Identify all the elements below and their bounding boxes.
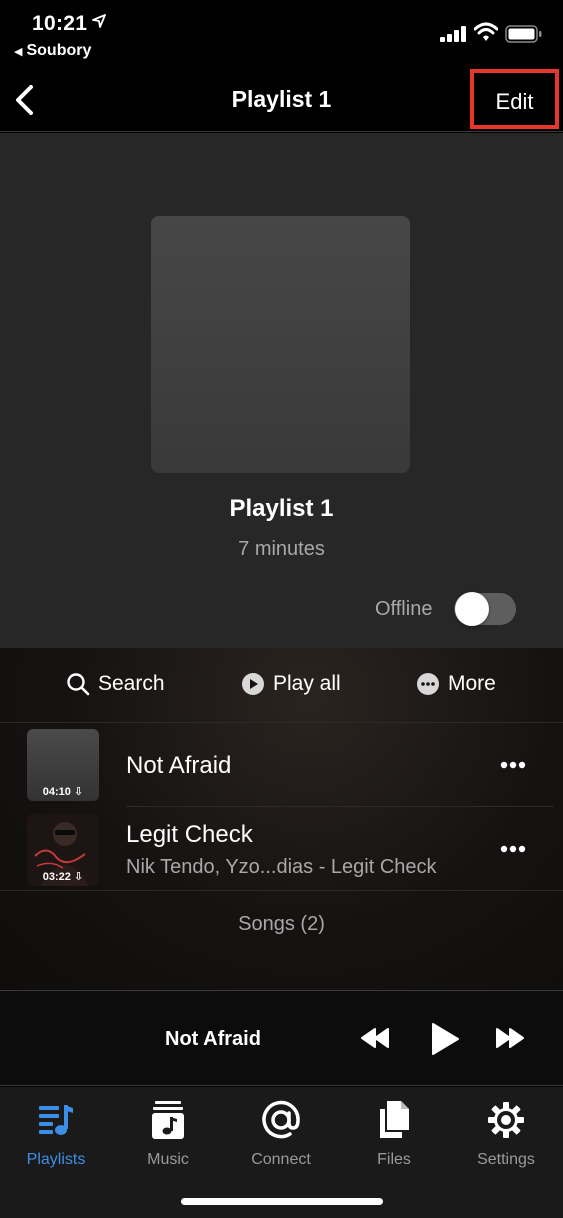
play-all-label: Play all <box>273 672 341 695</box>
tab-settings[interactable]: Settings <box>451 1099 561 1169</box>
offline-toggle-knob <box>455 592 489 626</box>
song-duration: 03:22 ⇩ <box>42 871 84 883</box>
location-arrow-icon <box>92 14 106 28</box>
tab-label: Playlists <box>26 1151 86 1168</box>
list-divider <box>126 806 554 807</box>
gear-icon <box>488 1102 524 1138</box>
back-to-app-link[interactable]: ◀ Soubory <box>14 42 91 60</box>
tab-bar: Playlists Music Connect Files Settings <box>0 1087 563 1218</box>
songs-count: Songs (2) <box>238 913 325 935</box>
tab-music[interactable]: Music <box>113 1099 223 1169</box>
search-label: Search <box>98 672 165 695</box>
back-triangle-icon: ◀ <box>14 46 23 58</box>
playlist-cover-art <box>151 216 410 473</box>
playlist-name: Playlist 1 <box>229 495 334 522</box>
tab-label: Settings <box>477 1151 535 1168</box>
navigation-bar: Playlist 1 Edit <box>0 69 563 132</box>
at-icon <box>262 1100 300 1139</box>
more-circle-icon <box>417 673 439 695</box>
song-thumbnail[interactable]: 04:10 ⇩ <box>27 729 99 801</box>
tab-files[interactable]: Files <box>339 1099 449 1169</box>
edit-button[interactable]: Edit <box>474 89 555 115</box>
battery-icon <box>505 25 542 43</box>
song-thumbnail[interactable]: 03:22 ⇩ <box>27 814 99 886</box>
status-time: 10:21 <box>32 12 88 35</box>
song-title[interactable]: Legit Check <box>126 821 253 849</box>
tab-label: Music <box>147 1151 189 1168</box>
now-playing-title[interactable]: Not Afraid <box>165 1028 261 1051</box>
mini-player[interactable]: Not Afraid <box>0 990 563 1086</box>
action-bar: Search Play all More <box>0 648 563 723</box>
tab-connect[interactable]: Connect <box>226 1099 336 1169</box>
files-icon <box>380 1101 409 1138</box>
rewind-icon[interactable] <box>360 1027 390 1049</box>
play-icon[interactable] <box>430 1022 460 1056</box>
playlist-content: Search Play all More 04:10 ⇩ Not Afraid <box>0 648 563 990</box>
song-artist: Nik Tendo, Yzo...dias - Legit Check <box>126 856 437 878</box>
playlists-icon <box>39 1105 73 1135</box>
song-duration: 04:10 ⇩ <box>42 786 84 798</box>
tab-label: Connect <box>251 1151 311 1168</box>
cellular-signal-icon <box>440 26 466 42</box>
playlist-duration: 7 minutes <box>238 538 325 560</box>
download-icon: ⇩ <box>73 871 84 883</box>
wifi-icon <box>474 22 498 41</box>
song-options-icon[interactable] <box>500 760 526 770</box>
play-all-button[interactable]: Play all <box>241 672 341 696</box>
more-label: More <box>448 672 496 695</box>
tab-label: Files <box>377 1151 411 1168</box>
edit-highlight-box: Edit <box>470 69 559 129</box>
offline-label: Offline <box>375 598 433 620</box>
search-icon <box>67 673 90 696</box>
offline-toggle[interactable] <box>454 592 516 626</box>
back-app-label: Soubory <box>26 42 92 59</box>
search-button[interactable]: Search <box>66 672 165 696</box>
more-button[interactable]: More <box>416 672 496 696</box>
play-circle-icon <box>242 673 264 695</box>
download-icon: ⇩ <box>73 786 84 798</box>
playlist-header: Playlist 1 7 minutes Offline <box>0 133 563 648</box>
song-title[interactable]: Not Afraid <box>126 752 231 780</box>
song-options-icon[interactable] <box>500 844 526 854</box>
fast-forward-icon[interactable] <box>495 1027 525 1049</box>
home-indicator[interactable] <box>181 1198 383 1205</box>
list-divider <box>0 890 563 891</box>
status-bar: 10:21 ◀ Soubory <box>0 0 563 70</box>
tab-playlists[interactable]: Playlists <box>1 1099 111 1169</box>
music-icon <box>152 1101 184 1139</box>
